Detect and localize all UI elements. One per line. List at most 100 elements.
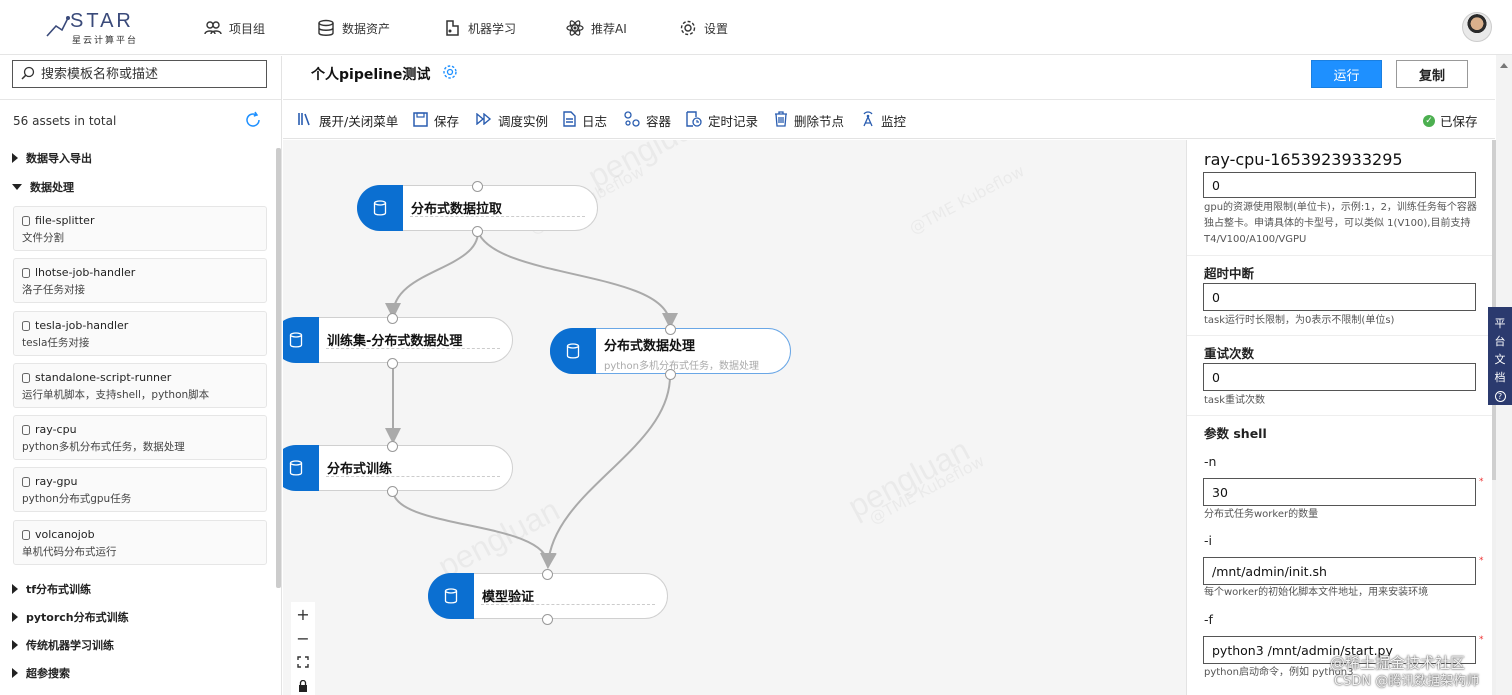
check-circle-icon: ✓: [1423, 114, 1435, 127]
users-icon: [204, 19, 222, 37]
fit-view-icon[interactable]: [291, 650, 315, 674]
avatar[interactable]: [1462, 12, 1492, 42]
run-button[interactable]: 运行: [1311, 60, 1382, 88]
caret-right-icon: [12, 612, 18, 622]
logo-subtitle: 星云计算平台: [72, 36, 139, 46]
param-n-help: 分布式任务worker的数量: [1204, 509, 1319, 520]
clock-doc-icon: [686, 111, 702, 130]
template-card-file-splitter[interactable]: file-splitter 文件分割: [13, 206, 267, 251]
node-port[interactable]: [542, 569, 553, 580]
pipeline-title-bar: 个人pipeline测试: [311, 64, 458, 84]
param-i-field[interactable]: /mnt/admin/init.sh: [1203, 557, 1476, 585]
pipeline-canvas[interactable]: pengluan @TME Kubeflow pengluan @TME Kub…: [283, 140, 1186, 695]
logs-button[interactable]: 日志: [563, 111, 607, 130]
logo[interactable]: STAR 星云计算平台: [44, 10, 144, 46]
node-port[interactable]: [387, 441, 398, 452]
scroll-up-icon[interactable]: [1500, 63, 1508, 68]
template-card-ray-cpu[interactable]: ray-cpu python多机分布式任务，数据处理: [13, 415, 267, 460]
nav-data-assets[interactable]: 数据资产: [317, 17, 390, 39]
monitor-button[interactable]: 监控: [861, 111, 906, 130]
node-port[interactable]: [472, 181, 483, 192]
database-icon: [22, 529, 30, 540]
group-traditional-ml[interactable]: 传统机器学习训练: [12, 637, 114, 653]
nav-machine-learning-label: 机器学习: [468, 21, 517, 36]
toggle-menu-button[interactable]: 展开/关闭菜单: [297, 111, 398, 130]
platform-docs-tab[interactable]: 平 台 文 档 ?: [1488, 307, 1512, 405]
gpu-field[interactable]: 0: [1203, 172, 1476, 198]
containers-button[interactable]: 容器: [624, 111, 671, 130]
database-icon: [22, 372, 30, 383]
divider: [326, 476, 500, 477]
group-data-import-export[interactable]: 数据导入导出: [12, 150, 92, 166]
template-card-volcanojob[interactable]: volcanojob 单机代码分布式运行: [13, 520, 267, 565]
card-desc: python多机分布式任务，数据处理: [22, 441, 185, 453]
nav-settings[interactable]: 设置: [679, 17, 728, 39]
group-pytorch-distributed[interactable]: pytorch分布式训练: [12, 609, 129, 625]
gear-icon: [679, 19, 697, 37]
nav-projects[interactable]: 项目组: [204, 17, 265, 39]
group-data-processing[interactable]: 数据处理: [12, 179, 74, 195]
toolbar: 展开/关闭菜单 保存 调度实例 日志 容器 定时记录 删除节点 监控 ✓ 已保存: [283, 100, 1495, 139]
nav-machine-learning[interactable]: 机器学习: [443, 17, 516, 39]
divider: [410, 216, 585, 217]
node-port[interactable]: [387, 486, 398, 497]
card-desc: 文件分割: [22, 232, 64, 244]
node-port[interactable]: [665, 324, 676, 335]
card-title: lhotse-job-handler: [35, 266, 136, 279]
timer-records-button[interactable]: 定时记录: [686, 111, 758, 130]
sidebar-scrollbar[interactable]: [276, 148, 281, 588]
copy-button[interactable]: 复制: [1396, 60, 1468, 88]
database-icon: [22, 424, 30, 435]
timeout-field[interactable]: 0: [1203, 283, 1476, 311]
nav-data-assets-label: 数据资产: [342, 21, 391, 36]
param-i-label: -i: [1204, 533, 1212, 548]
nav-settings-label: 设置: [704, 21, 729, 36]
card-desc: 洛子任务对接: [22, 284, 85, 296]
divider: [481, 604, 655, 605]
group-label: tf分布式训练: [26, 583, 92, 596]
pipeline-name: 个人pipeline测试: [311, 67, 431, 83]
template-card-standalone-script-runner[interactable]: standalone-script-runner 运行单机脚本，支持shell，…: [13, 363, 267, 408]
library-icon: [297, 112, 313, 129]
toolbar-label: 保存: [434, 114, 460, 129]
zoom-in-button[interactable]: +: [291, 602, 315, 626]
template-card-lhotse-job-handler[interactable]: lhotse-job-handler 洛子任务对接: [13, 258, 267, 303]
card-desc: 单机代码分布式运行: [22, 546, 117, 558]
lock-icon[interactable]: [291, 674, 315, 695]
delete-node-button[interactable]: 删除节点: [774, 111, 844, 130]
param-n-field[interactable]: 30: [1203, 478, 1476, 506]
search-box[interactable]: [12, 60, 267, 88]
pipeline-node[interactable]: 分布式训练: [283, 445, 513, 491]
card-desc: tesla任务对接: [22, 337, 90, 349]
settings-gear-icon[interactable]: [442, 64, 458, 84]
node-port[interactable]: [665, 369, 676, 380]
top-navbar: STAR 星云计算平台 项目组 数据资产 机器学习 推荐AI 设置: [0, 0, 1512, 55]
nav-recommend-ai[interactable]: 推荐AI: [566, 17, 627, 39]
retry-help: task重试次数: [1204, 395, 1266, 406]
search-input[interactable]: [41, 66, 251, 82]
zoom-out-button[interactable]: −: [291, 626, 315, 650]
save-button[interactable]: 保存: [413, 111, 459, 130]
caret-right-icon: [12, 584, 18, 594]
toolbar-label: 定时记录: [708, 114, 759, 129]
nodes-icon: [624, 111, 640, 130]
node-port[interactable]: [542, 614, 553, 625]
retry-label: 重试次数: [1204, 346, 1255, 361]
node-label: 分布式数据处理: [604, 339, 696, 354]
refresh-icon[interactable]: [244, 111, 262, 132]
schedule-instance-button[interactable]: 调度实例: [476, 111, 548, 130]
template-card-ray-gpu[interactable]: ray-gpu python分布式gpu任务: [13, 467, 267, 512]
retry-field[interactable]: 0: [1203, 363, 1476, 391]
node-port[interactable]: [387, 358, 398, 369]
node-port[interactable]: [387, 313, 398, 324]
node-port[interactable]: [472, 226, 483, 237]
template-card-tesla-job-handler[interactable]: tesla-job-handler tesla任务对接: [13, 311, 267, 356]
group-tf-distributed[interactable]: tf分布式训练: [12, 581, 91, 597]
required-marker: *: [1479, 477, 1484, 487]
doc-tab-char: 平: [1494, 317, 1506, 330]
group-hyperparam-search[interactable]: 超参搜索: [12, 665, 70, 681]
toolbar-label: 容器: [646, 114, 672, 129]
pipeline-node[interactable]: 训练集-分布式数据处理: [283, 317, 513, 363]
database-icon: [283, 317, 319, 363]
template-sidebar: 56 assets in total 数据导入导出 数据处理 file-spli…: [0, 56, 282, 695]
